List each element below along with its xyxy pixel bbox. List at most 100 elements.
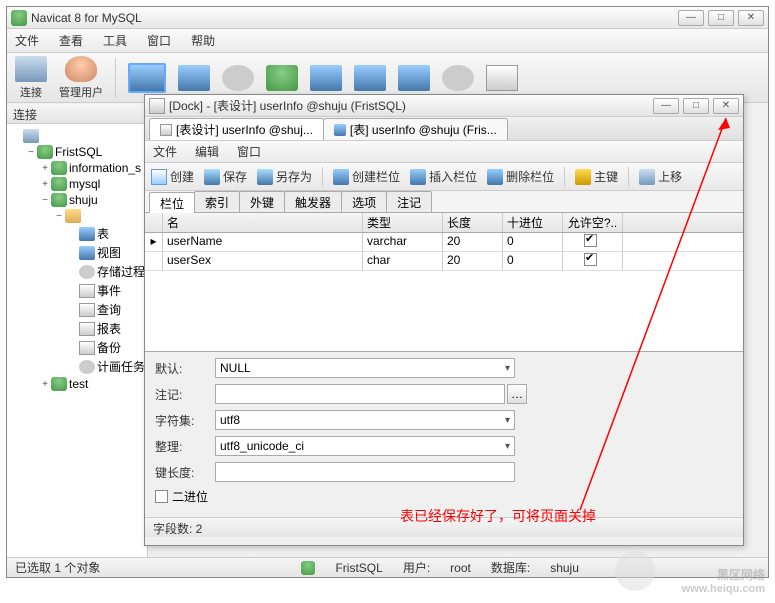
designer-titlebar[interactable]: [Dock] - [表设计] userInfo @shuju (FristSQL…: [145, 95, 743, 117]
tree-toggle[interactable]: −: [25, 147, 37, 158]
grid-row[interactable]: ▸ userName varchar 20 0: [145, 233, 743, 252]
field-tab-0[interactable]: 栏位: [149, 192, 195, 213]
prop-default-combo[interactable]: NULL: [215, 358, 515, 378]
field-tab-3[interactable]: 触发器: [284, 191, 342, 212]
tree-item[interactable]: [7, 128, 147, 144]
designer-tool-5[interactable]: 删除栏位: [487, 168, 554, 185]
tree-toggle[interactable]: −: [53, 211, 65, 222]
prop-note-more-button[interactable]: …: [507, 384, 527, 404]
tree-item[interactable]: 事件: [7, 281, 147, 300]
tree-item[interactable]: 表: [7, 224, 147, 243]
designer-tool-2[interactable]: 另存为: [257, 168, 312, 185]
menu-window[interactable]: 窗口: [147, 32, 171, 49]
tree-toggle[interactable]: +: [39, 379, 51, 390]
designer-maximize-button[interactable]: □: [683, 98, 709, 114]
tree-toggle[interactable]: +: [39, 179, 51, 190]
header-decimal[interactable]: 十进位: [503, 213, 563, 232]
prop-note-input[interactable]: [215, 384, 505, 404]
tree-item[interactable]: 查询: [7, 300, 147, 319]
tree-item[interactable]: −: [7, 208, 147, 224]
field-tab-1[interactable]: 索引: [194, 191, 240, 212]
designer-tool-1[interactable]: 保存: [204, 168, 247, 185]
backup-icon[interactable]: [398, 65, 430, 91]
menu-help[interactable]: 帮助: [191, 32, 215, 49]
main-titlebar[interactable]: Navicat 8 for MySQL — □ ✕: [7, 7, 768, 29]
menu-file[interactable]: 文件: [15, 32, 39, 49]
cell-type[interactable]: char: [363, 252, 443, 270]
toolbar-users[interactable]: 管理用户: [59, 56, 103, 100]
designer-menu-edit[interactable]: 编辑: [195, 143, 219, 160]
cell-name[interactable]: userSex: [163, 252, 363, 270]
field-tab-2[interactable]: 外键: [239, 191, 285, 212]
tree-item[interactable]: −FristSQL: [7, 144, 147, 160]
menu-view[interactable]: 查看: [59, 32, 83, 49]
prop-charset-combo[interactable]: utf8: [215, 410, 515, 430]
menu-tools[interactable]: 工具: [103, 32, 127, 49]
tree-toggle[interactable]: +: [39, 163, 51, 174]
designer-tool-0[interactable]: 创建: [151, 168, 194, 185]
cell-decimal[interactable]: 0: [503, 233, 563, 251]
cell-decimal[interactable]: 0: [503, 252, 563, 270]
tree-icon: [79, 341, 95, 355]
maximize-button[interactable]: □: [708, 10, 734, 26]
toolbar-connect[interactable]: 连接: [15, 56, 47, 100]
doc-tab-design[interactable]: [表设计] userInfo @shuj...: [149, 118, 324, 140]
cell-length[interactable]: 20: [443, 233, 503, 251]
tree-item[interactable]: 存储过程: [7, 262, 147, 281]
prop-collation-combo[interactable]: utf8_unicode_ci: [215, 436, 515, 456]
cell-nullable[interactable]: [563, 252, 623, 270]
designer-tool-3[interactable]: 创建栏位: [333, 168, 400, 185]
field-tab-5[interactable]: 注记: [386, 191, 432, 212]
designer-minimize-button[interactable]: —: [653, 98, 679, 114]
tree-item[interactable]: +information_s: [7, 160, 147, 176]
tree-item[interactable]: 报表: [7, 319, 147, 338]
schedule-icon[interactable]: [442, 65, 474, 91]
tree-item[interactable]: −shuju: [7, 192, 147, 208]
minimize-button[interactable]: —: [678, 10, 704, 26]
tree-item[interactable]: 计画任务: [7, 357, 147, 376]
doc-tab-data[interactable]: [表] userInfo @shuju (Fris...: [323, 118, 508, 140]
tree-item[interactable]: +test: [7, 376, 147, 392]
header-type[interactable]: 类型: [363, 213, 443, 232]
header-length[interactable]: 长度: [443, 213, 503, 232]
tree-item[interactable]: 备份: [7, 338, 147, 357]
grid-empty-area[interactable]: [145, 271, 743, 351]
designer-menu-file[interactable]: 文件: [153, 143, 177, 160]
event-icon[interactable]: [266, 65, 298, 91]
tool-label: 上移: [658, 168, 682, 185]
tree-icon: [37, 145, 53, 159]
tree-item[interactable]: 视图: [7, 243, 147, 262]
cell-length[interactable]: 20: [443, 252, 503, 270]
tree-toggle[interactable]: −: [39, 195, 51, 206]
designer-menu-window[interactable]: 窗口: [237, 143, 261, 160]
tree-item[interactable]: +mysql: [7, 176, 147, 192]
tool-label: 保存: [223, 168, 247, 185]
cell-nullable[interactable]: [563, 233, 623, 251]
designer-tool-4[interactable]: 插入栏位: [410, 168, 477, 185]
nullable-checkbox[interactable]: [584, 234, 597, 247]
designer-tool-7[interactable]: 上移: [639, 168, 682, 185]
query-icon[interactable]: [310, 65, 342, 91]
designer-tool-6[interactable]: 主键: [575, 168, 618, 185]
tree-label: 存储过程: [97, 263, 145, 280]
cell-type[interactable]: varchar: [363, 233, 443, 251]
fields-grid[interactable]: 名 类型 长度 十进位 允许空?.. ▸ userName varchar 20…: [145, 213, 743, 352]
cell-name[interactable]: userName: [163, 233, 363, 251]
prop-binary-checkbox[interactable]: [155, 490, 168, 503]
report-icon[interactable]: [354, 65, 386, 91]
designer-close-button[interactable]: ✕: [713, 98, 739, 114]
proc-icon[interactable]: [222, 65, 254, 91]
view-icon[interactable]: [178, 65, 210, 91]
toolbar-connect-label: 连接: [20, 84, 42, 100]
nullable-checkbox[interactable]: [584, 253, 597, 266]
list-icon[interactable]: [486, 65, 518, 91]
prop-keylen-input[interactable]: [215, 462, 515, 482]
table-icon[interactable]: [128, 63, 166, 93]
close-button[interactable]: ✕: [738, 10, 764, 26]
toolbar-users-label: 管理用户: [59, 84, 103, 100]
header-name[interactable]: 名: [163, 213, 363, 232]
connection-tree[interactable]: −FristSQL+information_s+mysql−shuju−表视图存…: [7, 124, 148, 557]
grid-row[interactable]: userSex char 20 0: [145, 252, 743, 271]
field-tab-4[interactable]: 选项: [341, 191, 387, 212]
header-nullable[interactable]: 允许空?..: [563, 213, 623, 232]
